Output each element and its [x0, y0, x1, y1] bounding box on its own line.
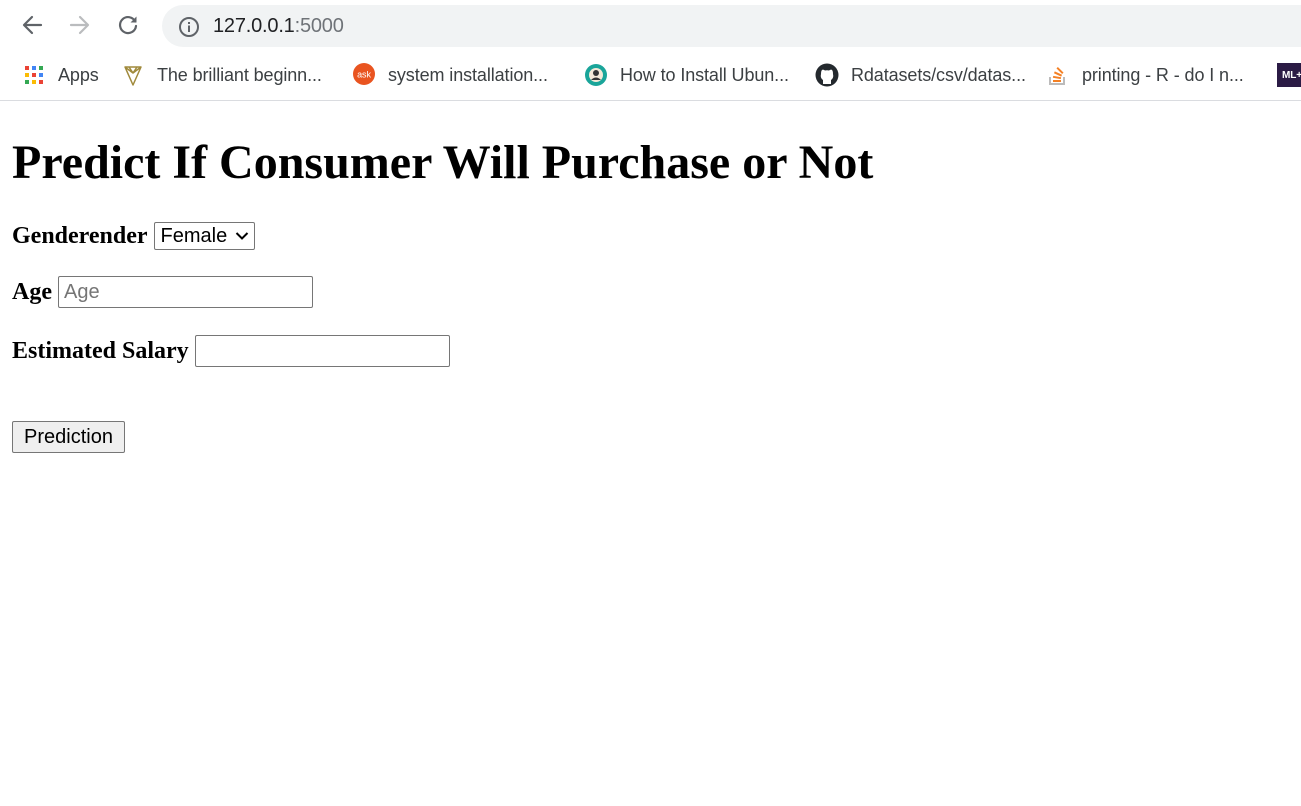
- bookmark-brilliant-beginner[interactable]: The brilliant beginn...: [121, 62, 322, 88]
- bookmark-label: Rdatasets/csv/datas...: [851, 64, 1026, 85]
- gender-select[interactable]: Female: [153, 222, 256, 250]
- stackoverflow-icon: [1046, 63, 1070, 87]
- github-icon: [815, 63, 839, 87]
- arrow-left-icon: [22, 15, 43, 35]
- gender-label: Genderender: [12, 222, 148, 249]
- bookmark-ml-plus[interactable]: ML+: [1277, 62, 1301, 88]
- salary-label: Estimated Salary: [12, 337, 189, 364]
- bookmark-apps[interactable]: Apps: [22, 62, 99, 88]
- gear-avatar-icon: [584, 63, 608, 87]
- page-content: Predict If Consumer Will Purchase or Not…: [0, 101, 1301, 806]
- address-bar[interactable]: 127.0.0.1:5000: [162, 5, 1301, 47]
- ml-plus-logo-text: ML+: [1282, 69, 1301, 81]
- bookmarks-bar: Apps The brilliant beginn... ask system …: [0, 52, 1301, 101]
- browser-toolbar: 127.0.0.1:5000: [0, 0, 1301, 52]
- apps-grid-icon: [22, 63, 46, 87]
- forward-button[interactable]: [64, 9, 96, 41]
- info-icon[interactable]: [178, 16, 200, 38]
- bookmark-label: system installation...: [388, 64, 548, 85]
- age-label: Age: [12, 278, 52, 305]
- gender-selected-value: Female: [160, 224, 228, 247]
- age-input[interactable]: [57, 276, 313, 308]
- bookmark-install-ubuntu[interactable]: How to Install Ubun...: [584, 62, 789, 88]
- url-text: 127.0.0.1:5000: [213, 15, 344, 37]
- reload-icon: [119, 16, 138, 35]
- gender-row: Genderender Female: [12, 222, 256, 250]
- url-host: 127.0.0.1: [213, 15, 295, 37]
- svg-text:ask: ask: [357, 70, 371, 80]
- url-port: :5000: [294, 15, 344, 37]
- askubuntu-icon: ask: [352, 63, 376, 87]
- diamond-logo-icon: [121, 63, 145, 87]
- age-row: Age: [12, 276, 313, 308]
- back-button[interactable]: [16, 9, 48, 41]
- ml-plus-icon: ML+: [1277, 63, 1301, 87]
- salary-input[interactable]: [194, 335, 450, 367]
- page-title: Predict If Consumer Will Purchase or Not: [12, 136, 874, 189]
- prediction-button[interactable]: Prediction: [12, 421, 125, 453]
- bookmark-system-installation[interactable]: ask system installation...: [352, 62, 548, 88]
- bookmark-label: How to Install Ubun...: [620, 64, 789, 85]
- bookmark-label: printing - R - do I n...: [1082, 64, 1244, 85]
- bookmark-rdatasets[interactable]: Rdatasets/csv/datas...: [815, 62, 1026, 88]
- arrow-right-icon: [69, 15, 90, 35]
- bookmark-printing-r[interactable]: printing - R - do I n...: [1046, 62, 1244, 88]
- reload-button[interactable]: [112, 9, 144, 41]
- salary-row: Estimated Salary: [12, 335, 450, 367]
- bookmark-label: The brilliant beginn...: [157, 64, 322, 85]
- bookmark-label: Apps: [58, 64, 99, 85]
- chevron-down-icon: [235, 231, 249, 241]
